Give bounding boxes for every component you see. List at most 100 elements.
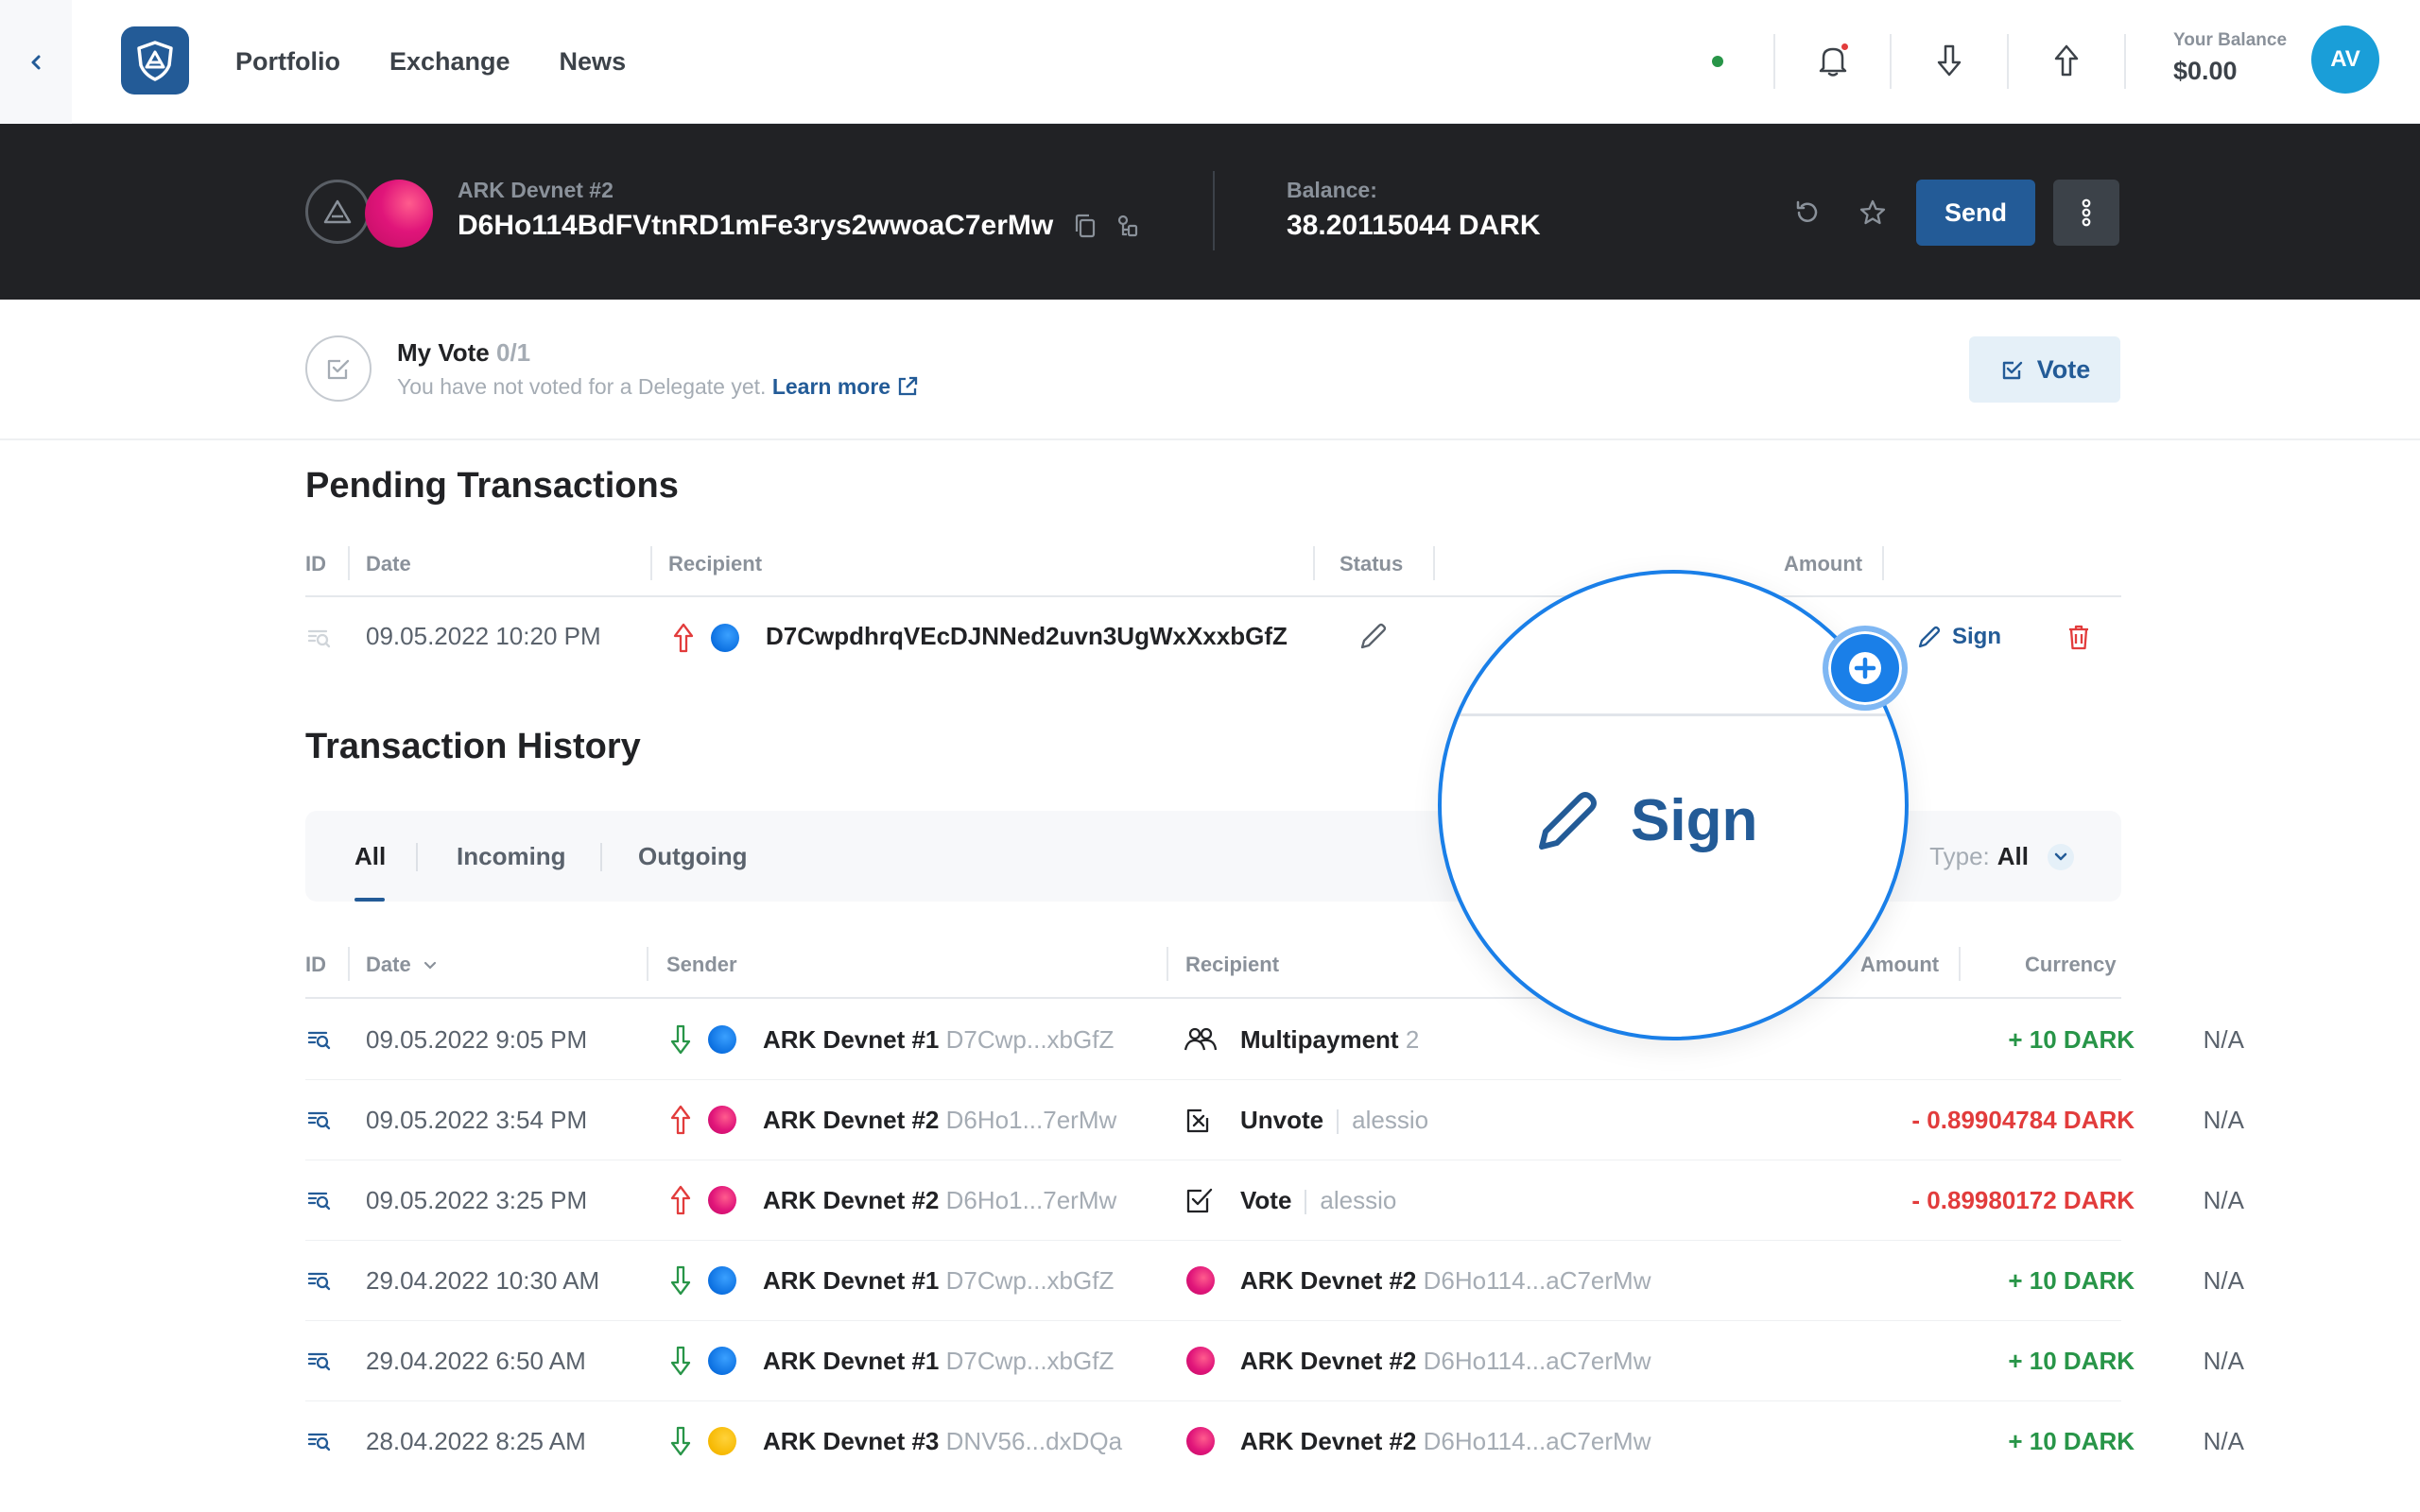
tab-incoming[interactable]: Incoming (457, 842, 566, 871)
sender-address: D7Cwp...xbGfZ (945, 1025, 1115, 1054)
table-row[interactable]: 29.04.2022 6:50 AM ARK Devnet #1 D7Cwp..… (0, 1320, 2420, 1400)
type-filter-dropdown[interactable]: Type: All (1929, 842, 2074, 871)
transaction-search-icon (307, 1272, 331, 1291)
more-options-button[interactable] (2053, 180, 2119, 246)
chevron-left-icon (31, 55, 41, 69)
row-sender: ARK Devnet #2 D6Ho1...7erMw (763, 1186, 1116, 1215)
recipient-icon (1184, 1184, 1218, 1216)
trash-icon (2069, 625, 2088, 650)
arrow-down-icon (670, 1024, 691, 1055)
receive-button[interactable] (1927, 38, 1972, 83)
sign-button[interactable]: Sign (1916, 624, 2001, 650)
history-header-date[interactable]: Date (366, 953, 438, 977)
tab-divider (416, 843, 418, 871)
pending-status (1356, 620, 1390, 654)
learn-more-link[interactable]: Learn more (772, 374, 920, 399)
table-row[interactable]: 09.05.2022 9:05 PM ARK Devnet #1 D7Cwp..… (0, 999, 2420, 1079)
history-header-date-label: Date (366, 953, 411, 976)
sender-address: D7Cwp...xbGfZ (945, 1347, 1115, 1375)
delete-pending-button[interactable] (2065, 620, 2093, 654)
tab-outgoing[interactable]: Outgoing (638, 842, 748, 871)
connection-status-dot (1712, 56, 1723, 67)
zoom-plus-button[interactable] (1823, 626, 1908, 711)
sender-avatar (708, 1025, 736, 1054)
row-recipient: Multipayment 2 (1240, 1025, 1419, 1055)
sender-name: ARK Devnet #1 (763, 1266, 940, 1295)
vote-button[interactable]: Vote (1969, 336, 2120, 403)
recipient-address: D6Ho114...aC7erMw (1423, 1347, 1651, 1375)
table-row[interactable]: 28.04.2022 8:25 AM ARK Devnet #3 DNV56..… (0, 1400, 2420, 1481)
transaction-id-button[interactable] (305, 1347, 334, 1375)
sent-direction (667, 1183, 694, 1217)
transaction-id-button[interactable] (305, 1025, 334, 1054)
wallet-avatar (365, 180, 433, 248)
received-direction (667, 1424, 694, 1458)
pencil-icon (1539, 792, 1597, 850)
sender-address: D6Ho1...7erMw (945, 1186, 1117, 1214)
nav-portfolio[interactable]: Portfolio (235, 47, 340, 77)
magnifier-row-line (1442, 713, 1905, 716)
header-divider (650, 546, 652, 580)
wallet-header: ARK Devnet #2 D6Ho114BdFVtnRD1mFe3rys2ww… (0, 124, 2420, 300)
sender-avatar (708, 1266, 736, 1295)
magnified-sign-button[interactable]: Sign (1534, 786, 1757, 854)
row-amount: + 10 DARK (2008, 1025, 2135, 1054)
back-button[interactable] (0, 0, 72, 124)
recipient-name: Multipayment (1240, 1025, 1399, 1054)
external-link-icon (899, 376, 918, 396)
recipient-name: Vote (1240, 1186, 1292, 1214)
plus-icon (1849, 652, 1881, 684)
transaction-id-button[interactable] (305, 1106, 334, 1134)
table-row[interactable]: 09.05.2022 3:54 PM ARK Devnet #2 D6Ho1..… (0, 1079, 2420, 1160)
app-logo[interactable] (121, 26, 189, 94)
header-divider (348, 546, 350, 580)
pending-tx-date: 09.05.2022 10:20 PM (366, 622, 601, 650)
vote-subtitle: You have not voted for a Delegate yet. L… (397, 374, 919, 400)
transaction-search-icon (307, 1111, 331, 1130)
balance-label: Your Balance (2173, 30, 2288, 50)
header-divider (1959, 947, 1961, 981)
row-date: 29.04.2022 6:50 AM (366, 1347, 586, 1375)
header-divider (348, 947, 350, 981)
transaction-id-button[interactable] (305, 1266, 334, 1295)
recipient-name: ARK Devnet #2 (1240, 1347, 1417, 1375)
nav-divider (2124, 34, 2126, 89)
nav-news[interactable]: News (560, 47, 627, 77)
send-nav-button[interactable] (2044, 38, 2089, 83)
pending-transactions-title: Pending Transactions (305, 466, 679, 506)
recipient-avatar (1186, 1266, 1215, 1295)
row-recipient: ARK Devnet #2 D6Ho114...aC7erMw (1240, 1427, 1651, 1456)
user-avatar[interactable]: AV (2311, 26, 2379, 94)
sync-button[interactable] (1787, 192, 1828, 233)
header-divider (1313, 546, 1315, 580)
received-direction (667, 1344, 694, 1378)
vertical-dots-icon (2082, 198, 2091, 227)
notification-badge (1840, 42, 1850, 52)
nav-divider (1890, 34, 1892, 89)
transaction-search-icon (307, 1192, 331, 1211)
row-currency: N/A (2203, 1025, 2244, 1054)
received-direction (667, 1263, 694, 1297)
tab-active-indicator (354, 898, 385, 902)
table-row[interactable]: 29.04.2022 10:30 AM ARK Devnet #1 D7Cwp.… (0, 1240, 2420, 1320)
copy-address-button[interactable] (1069, 210, 1101, 242)
refresh-icon (1796, 200, 1818, 222)
table-row[interactable]: 09.05.2022 3:25 PM ARK Devnet #2 D6Ho1..… (0, 1160, 2420, 1240)
notifications-button[interactable] (1810, 38, 1856, 83)
recipient-name: ARK Devnet #2 (1240, 1266, 1417, 1295)
transaction-history-title: Transaction History (305, 727, 641, 766)
vote-subtitle-text: You have not voted for a Delegate yet. (397, 374, 767, 399)
star-button[interactable] (1852, 192, 1893, 233)
row-date: 09.05.2022 9:05 PM (366, 1025, 588, 1054)
delegate-name: alessio (1320, 1186, 1397, 1214)
transaction-id-button[interactable] (305, 1427, 334, 1455)
tab-all[interactable]: All (354, 842, 386, 871)
recipient-name: Unvote (1240, 1106, 1324, 1134)
sort-chevron-down-icon (424, 961, 436, 970)
send-button[interactable]: Send (1916, 180, 2035, 246)
nav-exchange[interactable]: Exchange (389, 47, 510, 77)
transaction-id-button[interactable] (305, 1186, 334, 1214)
public-key-button[interactable] (1112, 210, 1144, 242)
pending-tx-id-button[interactable] (305, 624, 334, 652)
chevron-down-icon (2048, 843, 2074, 870)
